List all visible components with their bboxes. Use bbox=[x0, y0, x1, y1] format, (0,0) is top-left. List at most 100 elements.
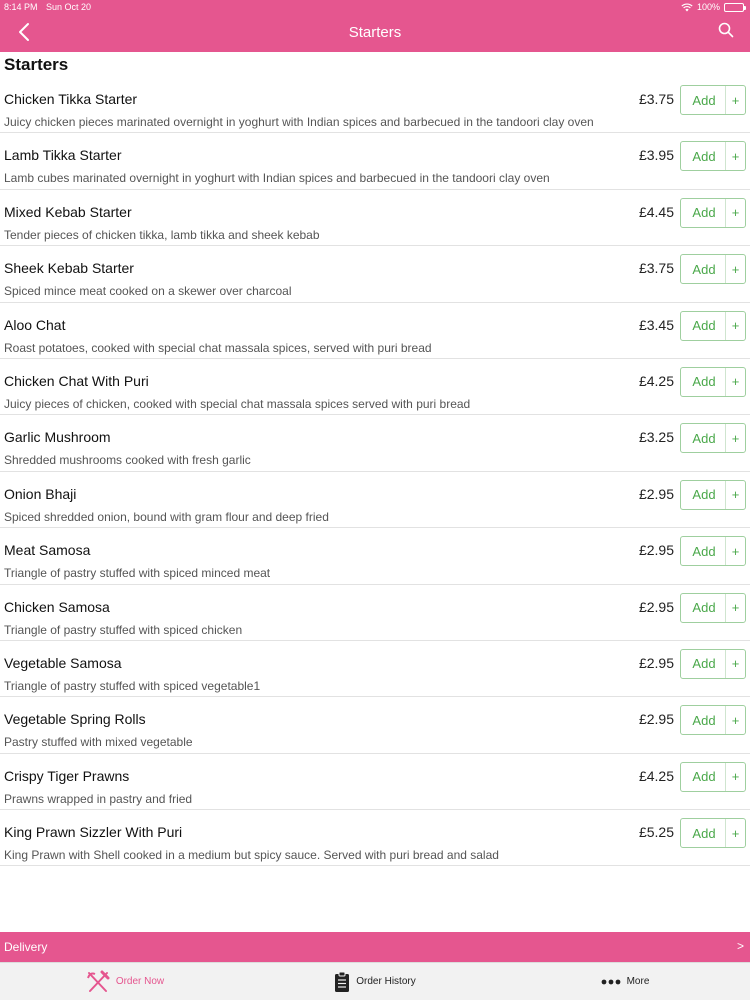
add-button[interactable]: Add + bbox=[680, 479, 746, 510]
plus-icon: + bbox=[725, 86, 745, 114]
tab-order-history[interactable]: Order History bbox=[250, 963, 500, 1000]
item-description: Triangle of pastry stuffed with spiced m… bbox=[4, 566, 271, 581]
search-button[interactable] bbox=[718, 22, 738, 42]
menu-item: Chicken Samosa Triangle of pastry stuffe… bbox=[0, 585, 750, 641]
search-icon bbox=[718, 22, 734, 38]
tab-more[interactable]: More bbox=[500, 963, 750, 1000]
add-button-label: Add bbox=[692, 656, 716, 672]
item-price: £3.75 bbox=[638, 91, 674, 107]
item-price: £2.95 bbox=[638, 598, 674, 615]
add-button-label: Add bbox=[692, 148, 716, 164]
add-button[interactable]: Add + bbox=[680, 592, 746, 623]
status-bar: 8:14 PM Sun Oct 20 100% bbox=[0, 0, 750, 14]
menu-item: Mixed Kebab Starter Tender pieces of chi… bbox=[0, 190, 750, 247]
add-button[interactable]: Add + bbox=[680, 141, 746, 172]
menu-item: Aloo Chat Roast potatoes, cooked with sp… bbox=[0, 303, 750, 359]
add-button[interactable]: Add + bbox=[680, 366, 746, 397]
add-button-label: Add bbox=[692, 769, 716, 785]
delivery-bar[interactable]: Delivery > bbox=[0, 932, 750, 962]
plus-icon: + bbox=[725, 706, 745, 735]
menu-item: Vegetable Spring Rolls Pastry stuffed wi… bbox=[0, 697, 750, 754]
item-description: Shredded mushrooms cooked with fresh gar… bbox=[4, 453, 251, 468]
menu-item: Garlic Mushroom Shredded mushrooms cooke… bbox=[0, 415, 750, 472]
item-name: Chicken Chat With Puri bbox=[4, 372, 149, 389]
item-price: £4.25 bbox=[638, 372, 674, 389]
item-price: £3.45 bbox=[638, 316, 674, 333]
add-button-label: Add bbox=[692, 712, 716, 728]
item-description: Triangle of pastry stuffed with spiced c… bbox=[4, 622, 243, 637]
add-button[interactable]: Add + bbox=[680, 423, 746, 454]
item-name: Garlic Mushroom bbox=[4, 429, 111, 446]
item-description: Lamb cubes marinated overnight in yoghur… bbox=[4, 171, 550, 186]
item-price: £4.25 bbox=[638, 767, 674, 784]
item-name: Aloo Chat bbox=[4, 316, 66, 333]
item-price: £2.95 bbox=[638, 485, 674, 502]
plus-icon: + bbox=[725, 255, 745, 284]
plus-icon: + bbox=[725, 819, 745, 848]
add-button[interactable]: Add + bbox=[680, 536, 746, 567]
battery-percent: 100% bbox=[696, 2, 720, 12]
menu-item: Crispy Tiger Prawns Prawns wrapped in pa… bbox=[0, 754, 750, 811]
item-description: King Prawn with Shell cooked in a medium… bbox=[4, 848, 499, 863]
add-button-label: Add bbox=[692, 318, 716, 334]
item-name: Sheek Kebab Starter bbox=[4, 260, 134, 277]
plus-icon: + bbox=[725, 537, 745, 566]
item-description: Prawns wrapped in pastry and fried bbox=[4, 791, 193, 806]
item-description: Juicy pieces of chicken, cooked with spe… bbox=[4, 396, 471, 411]
item-name: Vegetable Samosa bbox=[4, 654, 122, 671]
add-button-label: Add bbox=[692, 261, 716, 277]
menu-item: Chicken Chat With Puri Juicy pieces of c… bbox=[0, 359, 750, 416]
menu-item: Sheek Kebab Starter Spiced mince meat co… bbox=[0, 246, 750, 303]
plus-icon: + bbox=[725, 593, 745, 622]
item-price: £3.95 bbox=[638, 147, 674, 164]
item-price: £4.45 bbox=[638, 203, 674, 220]
add-button[interactable]: Add + bbox=[680, 197, 746, 228]
item-price: £3.25 bbox=[638, 429, 674, 446]
delivery-label: Delivery bbox=[4, 940, 48, 954]
add-button-label: Add bbox=[692, 543, 716, 559]
item-name: Lamb Tikka Starter bbox=[4, 147, 122, 164]
add-button[interactable]: Add + bbox=[680, 705, 746, 736]
item-description: Spiced shredded onion, bound with gram f… bbox=[4, 509, 329, 524]
add-button[interactable]: Add + bbox=[680, 648, 746, 679]
add-button-label: Add bbox=[692, 430, 716, 446]
item-description: Triangle of pastry stuffed with spiced v… bbox=[4, 678, 261, 693]
tab-label: Order Now bbox=[115, 976, 165, 987]
plus-icon: + bbox=[725, 424, 745, 453]
add-button[interactable]: Add + bbox=[680, 818, 746, 849]
add-button-label: Add bbox=[692, 487, 716, 503]
add-button-label: Add bbox=[692, 374, 716, 390]
item-description: Roast potatoes, cooked with special chat… bbox=[4, 340, 432, 355]
add-button[interactable]: Add + bbox=[680, 254, 746, 285]
menu-item: King Prawn Sizzler With Puri King Prawn … bbox=[0, 810, 750, 867]
add-button-label: Add bbox=[692, 92, 716, 108]
top-bar: 8:14 PM Sun Oct 20 100% Starters bbox=[0, 0, 750, 52]
menu-item: Lamb Tikka Starter Lamb cubes marinated … bbox=[0, 133, 750, 190]
item-name: King Prawn Sizzler With Puri bbox=[4, 824, 183, 841]
menu-item: Vegetable Samosa Triangle of pastry stuf… bbox=[0, 641, 750, 698]
add-button[interactable]: Add + bbox=[680, 310, 746, 341]
item-description: Tender pieces of chicken tikka, lamb tik… bbox=[4, 227, 320, 242]
add-button-label: Add bbox=[692, 600, 716, 616]
item-description: Spiced mince meat cooked on a skewer ove… bbox=[4, 284, 292, 299]
item-name: Vegetable Spring Rolls bbox=[4, 711, 146, 728]
nav-bar: Starters bbox=[0, 14, 750, 52]
status-indicators: 100% bbox=[681, 2, 746, 12]
item-description: Juicy chicken pieces marinated overnight… bbox=[4, 115, 594, 129]
add-button[interactable]: Add + bbox=[680, 761, 746, 792]
item-name: Meat Samosa bbox=[4, 542, 91, 559]
item-price: £5.25 bbox=[638, 824, 674, 841]
nav-title: Starters bbox=[348, 24, 402, 41]
status-date: Sun Oct 20 bbox=[46, 2, 92, 12]
plus-icon: + bbox=[725, 480, 745, 509]
plus-icon: + bbox=[725, 142, 745, 171]
menu-item: Meat Samosa Triangle of pastry stuffed w… bbox=[0, 528, 750, 585]
item-price: £2.95 bbox=[638, 654, 674, 671]
item-description: Pastry stuffed with mixed vegetable bbox=[4, 735, 193, 750]
plus-icon: + bbox=[725, 311, 745, 340]
item-name: Chicken Tikka Starter bbox=[4, 91, 138, 107]
more-dots-icon bbox=[601, 979, 620, 984]
tab-order-now[interactable]: Order Now bbox=[0, 963, 250, 1000]
add-button[interactable]: Add + bbox=[680, 85, 746, 115]
section-title: Starters bbox=[4, 55, 69, 74]
